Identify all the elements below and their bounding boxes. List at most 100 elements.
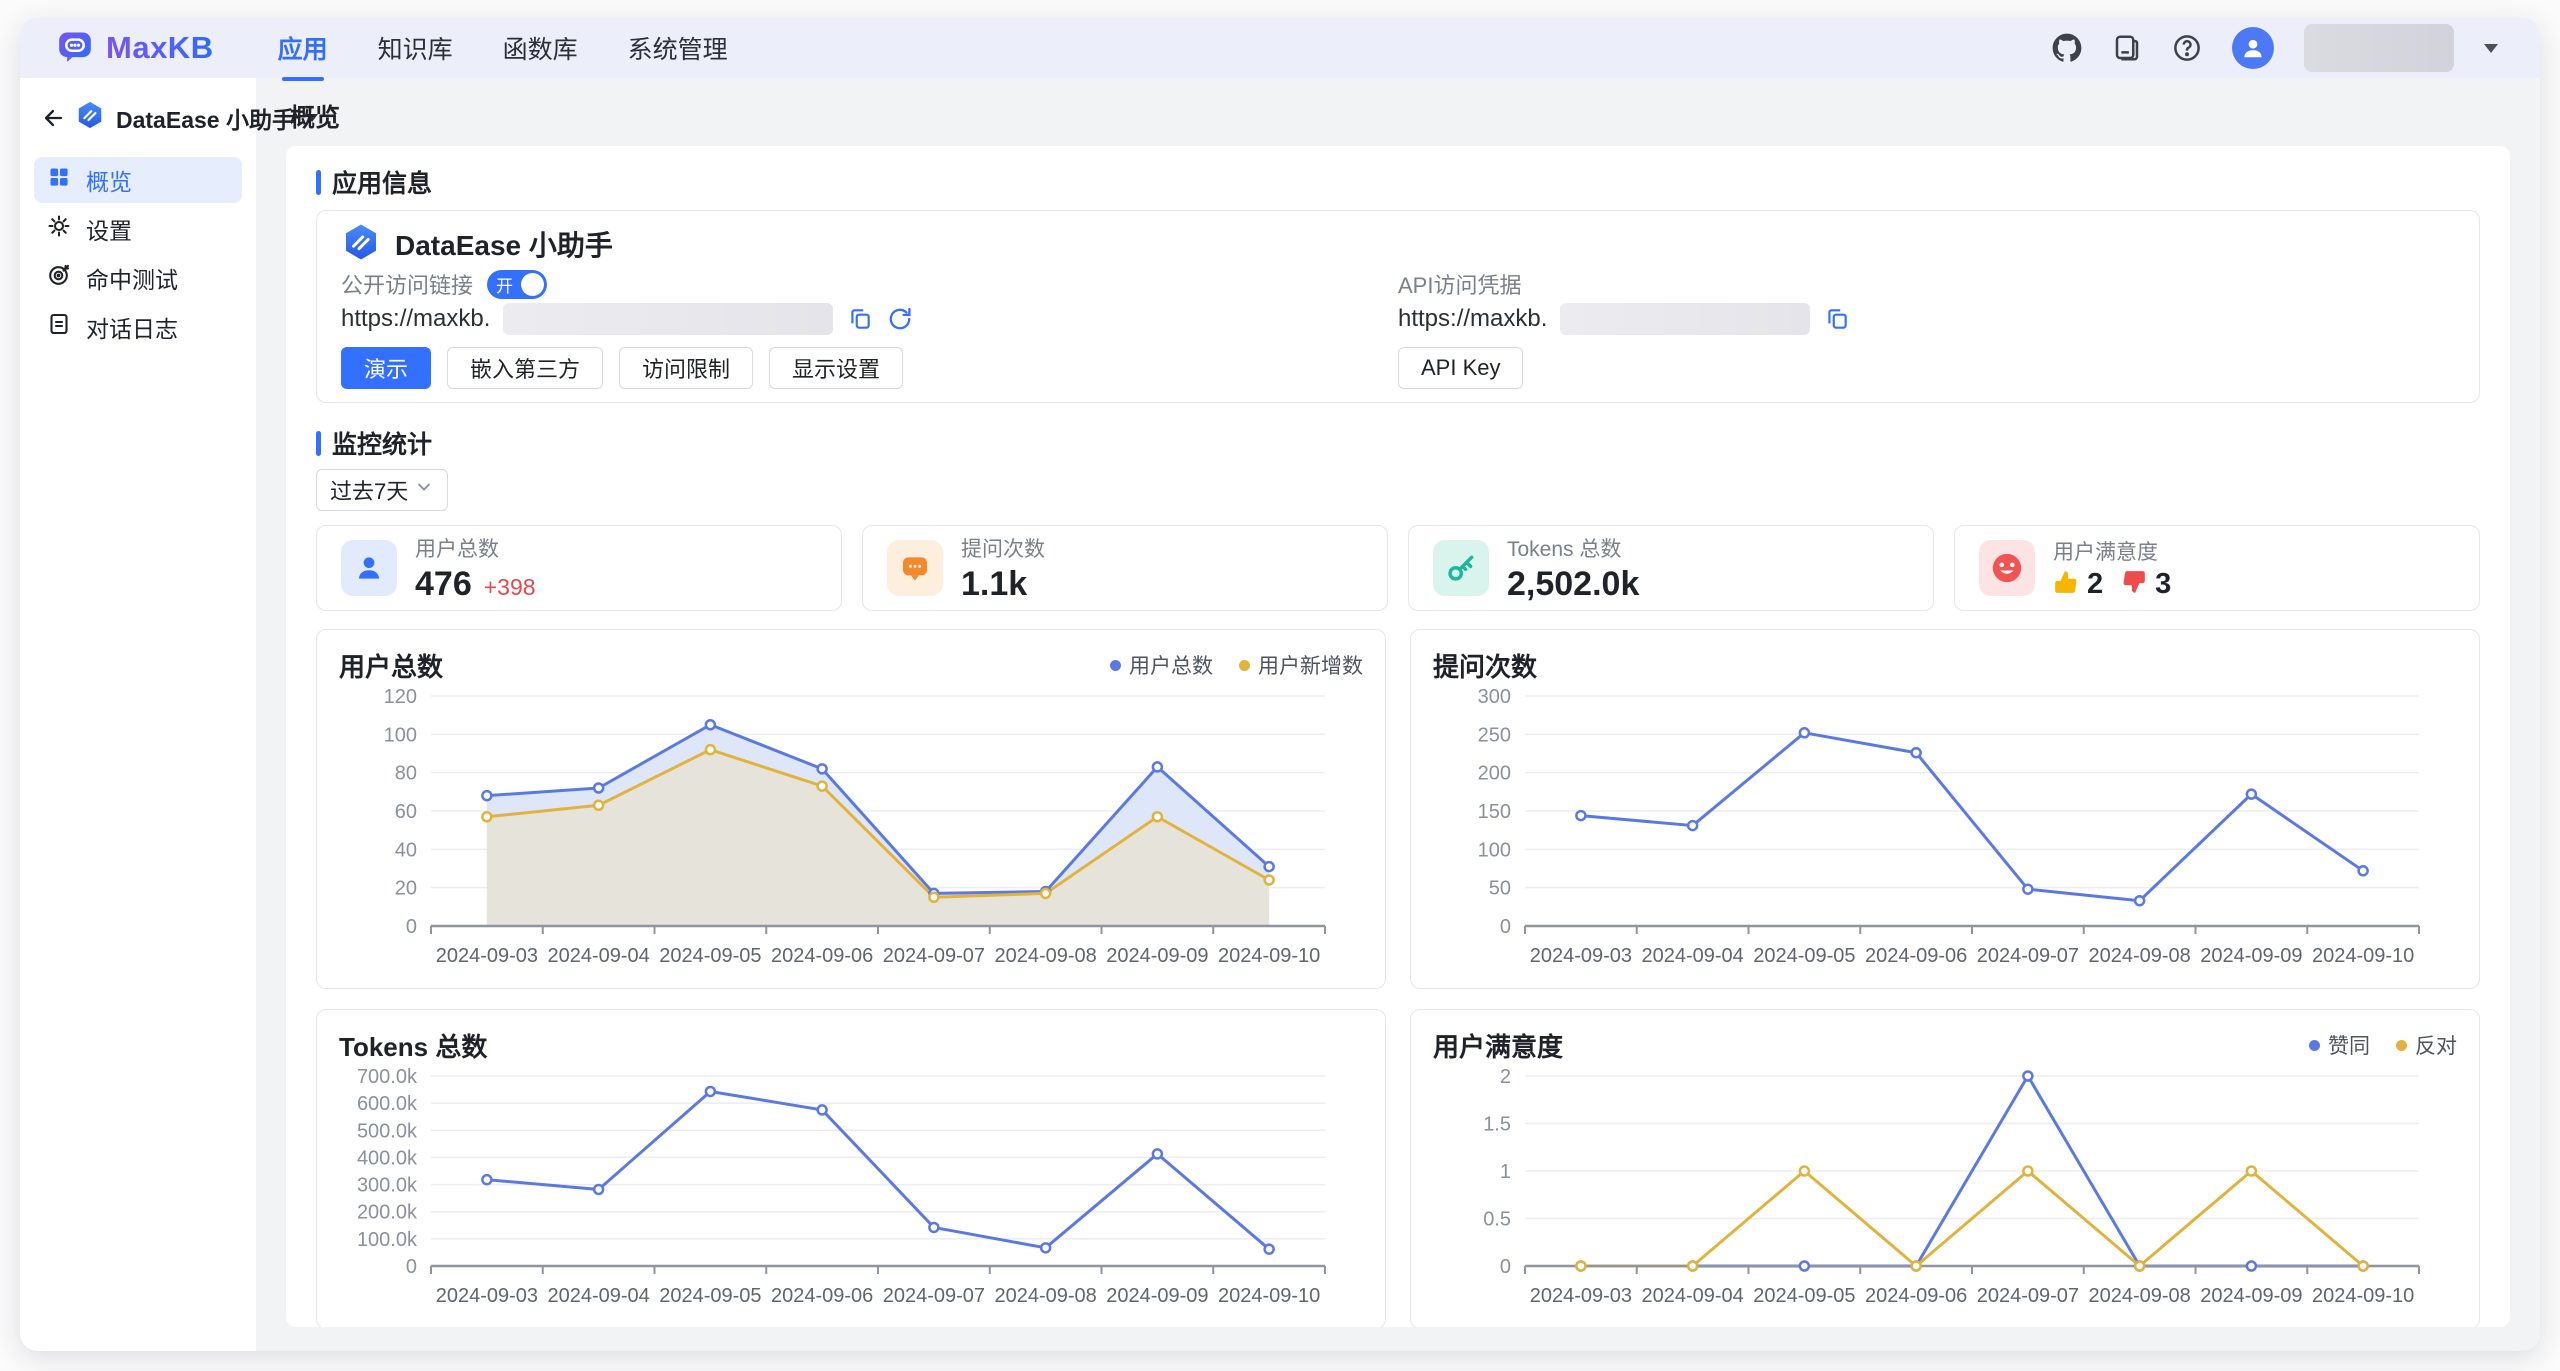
svg-text:2024-09-09: 2024-09-09 (2200, 945, 2302, 967)
svg-text:500.0k: 500.0k (357, 1120, 418, 1142)
section-title: 监控统计 (332, 425, 432, 461)
sidebar-item-settings[interactable]: 设置 (34, 206, 242, 252)
svg-text:60: 60 (395, 801, 417, 823)
api-credentials-block: API访问凭据 https://maxkb. (1398, 271, 2455, 389)
target-icon (47, 263, 71, 293)
section-accent-bar (316, 431, 321, 456)
svg-text:300: 300 (1478, 686, 1511, 708)
svg-text:2024-09-06: 2024-09-06 (771, 1285, 873, 1307)
refresh-icon[interactable] (886, 306, 913, 333)
svg-text:0.5: 0.5 (1483, 1209, 1511, 1231)
legend-item[interactable]: 用户总数 (1110, 650, 1213, 680)
stat-value: 1.1k (961, 565, 1027, 604)
dataease-hexagon-icon (75, 100, 105, 135)
legend-dot-icon (2396, 1040, 2407, 1051)
svg-text:2024-09-07: 2024-09-07 (883, 1285, 985, 1307)
user-avatar[interactable] (2232, 27, 2274, 69)
access-restriction-button[interactable]: 访问限制 (619, 347, 753, 389)
stat-card-satisfaction: 用户满意度 2 (1954, 525, 2480, 611)
svg-text:100.0k: 100.0k (357, 1229, 418, 1251)
charts-grid: 用户总数 用户总数用户新增数 0204060801001202024-09-03… (316, 629, 2480, 1327)
thumb-up-icon (2053, 569, 2079, 600)
svg-text:2024-09-09: 2024-09-09 (2200, 1285, 2302, 1307)
svg-text:2024-09-04: 2024-09-04 (1641, 1285, 1743, 1307)
top-navbar: MaxKB 应用 知识库 函数库 系统管理 (20, 18, 2540, 78)
app-info-section-header: 应用信息 (316, 168, 2480, 196)
public-link-block: 公开访问链接 开 https://maxkb. (341, 271, 1398, 389)
stat-label: 用户总数 (415, 533, 536, 563)
demo-button[interactable]: 演示 (341, 347, 431, 389)
svg-text:150: 150 (1478, 801, 1511, 823)
legend-item[interactable]: 用户新增数 (1239, 650, 1363, 680)
svg-text:2: 2 (1500, 1066, 1511, 1088)
svg-text:2024-09-09: 2024-09-09 (1106, 1285, 1208, 1307)
monitor-section-header: 监控统计 (316, 429, 2480, 457)
svg-text:0: 0 (406, 1256, 417, 1278)
svg-text:100: 100 (1478, 839, 1511, 861)
api-credentials-label: API访问凭据 (1398, 268, 1521, 300)
nav-item-knowledge[interactable]: 知识库 (378, 30, 453, 66)
brand[interactable]: MaxKB (56, 27, 214, 70)
grid-icon (47, 165, 71, 195)
chart-card-tokens: Tokens 总数 0100.0k200.0k300.0k400.0k500.0… (316, 1009, 1386, 1327)
username-redacted (2304, 24, 2454, 72)
sidebar-item-chat-logs[interactable]: 对话日志 (34, 304, 242, 350)
section-accent-bar (316, 170, 321, 195)
legend-label: 反对 (2415, 1030, 2457, 1060)
sidebar-item-label: 命中测试 (86, 261, 178, 295)
sidebar-item-label: 概览 (86, 163, 132, 197)
svg-text:2024-09-09: 2024-09-09 (1106, 945, 1208, 967)
svg-text:2024-09-07: 2024-09-07 (883, 945, 985, 967)
svg-text:0: 0 (1500, 1256, 1511, 1278)
sidebar-item-overview[interactable]: 概览 (34, 157, 242, 203)
svg-text:2024-09-03: 2024-09-03 (1530, 1285, 1632, 1307)
back-arrow-icon[interactable] (40, 105, 64, 131)
docs-icon[interactable] (2112, 33, 2142, 63)
svg-text:2024-09-05: 2024-09-05 (659, 945, 761, 967)
sidebar-menu: 概览 设置 (20, 151, 256, 359)
svg-text:200: 200 (1478, 763, 1511, 785)
chart-title: 提问次数 (1433, 647, 1537, 684)
legend-label: 用户新增数 (1258, 650, 1363, 680)
help-icon[interactable] (2172, 33, 2202, 63)
embed-third-party-button[interactable]: 嵌入第三方 (447, 347, 603, 389)
user-menu-caret-icon[interactable] (2484, 44, 2498, 53)
nav-item-functions[interactable]: 函数库 (503, 30, 578, 66)
stat-value: 2,502.0k (1507, 565, 1639, 604)
svg-text:2024-09-05: 2024-09-05 (1753, 945, 1855, 967)
app-name: DataEase 小助手 (395, 224, 613, 264)
chart-title: 用户满意度 (1433, 1027, 1563, 1064)
display-settings-button[interactable]: 显示设置 (769, 347, 903, 389)
time-range-select[interactable]: 过去7天 (316, 469, 448, 511)
copy-icon[interactable] (846, 306, 873, 333)
stat-label: 用户满意度 (2053, 536, 2181, 566)
legend-dot-icon (2309, 1040, 2320, 1051)
smiley-icon (1979, 540, 2035, 596)
legend-item[interactable]: 赞同 (2309, 1030, 2370, 1060)
api-url-text: https://maxkb. (1398, 305, 1547, 333)
sidebar-item-label: 对话日志 (86, 310, 178, 344)
stat-card-tokens: Tokens 总数 2,502.0k (1408, 525, 1934, 611)
dataease-hexagon-icon (341, 222, 381, 267)
nav-item-system[interactable]: 系统管理 (628, 30, 728, 66)
primary-nav: 应用 知识库 函数库 系统管理 (278, 30, 728, 66)
legend-item[interactable]: 反对 (2396, 1030, 2457, 1060)
navbar-right (2052, 24, 2498, 72)
api-key-button[interactable]: API Key (1398, 347, 1523, 389)
svg-text:2024-09-06: 2024-09-06 (1865, 945, 1967, 967)
svg-text:0: 0 (406, 916, 417, 938)
svg-text:2024-09-04: 2024-09-04 (547, 945, 649, 967)
stats-row: 用户总数 476 +398 (316, 525, 2480, 611)
api-url-redacted (1560, 303, 1810, 335)
maxkb-logo-icon (56, 27, 94, 70)
chart-title: 用户总数 (339, 647, 443, 684)
chart-legend: 赞同 反对 (2309, 1030, 2457, 1060)
github-icon[interactable] (2052, 33, 2082, 63)
public-link-toggle[interactable]: 开 (487, 270, 547, 299)
copy-icon[interactable] (1823, 306, 1850, 333)
svg-text:2024-09-10: 2024-09-10 (1218, 945, 1320, 967)
public-url-redacted (503, 303, 833, 335)
legend-dot-icon (1239, 660, 1250, 671)
sidebar-item-hit-test[interactable]: 命中测试 (34, 255, 242, 301)
nav-item-apps[interactable]: 应用 (278, 30, 328, 66)
